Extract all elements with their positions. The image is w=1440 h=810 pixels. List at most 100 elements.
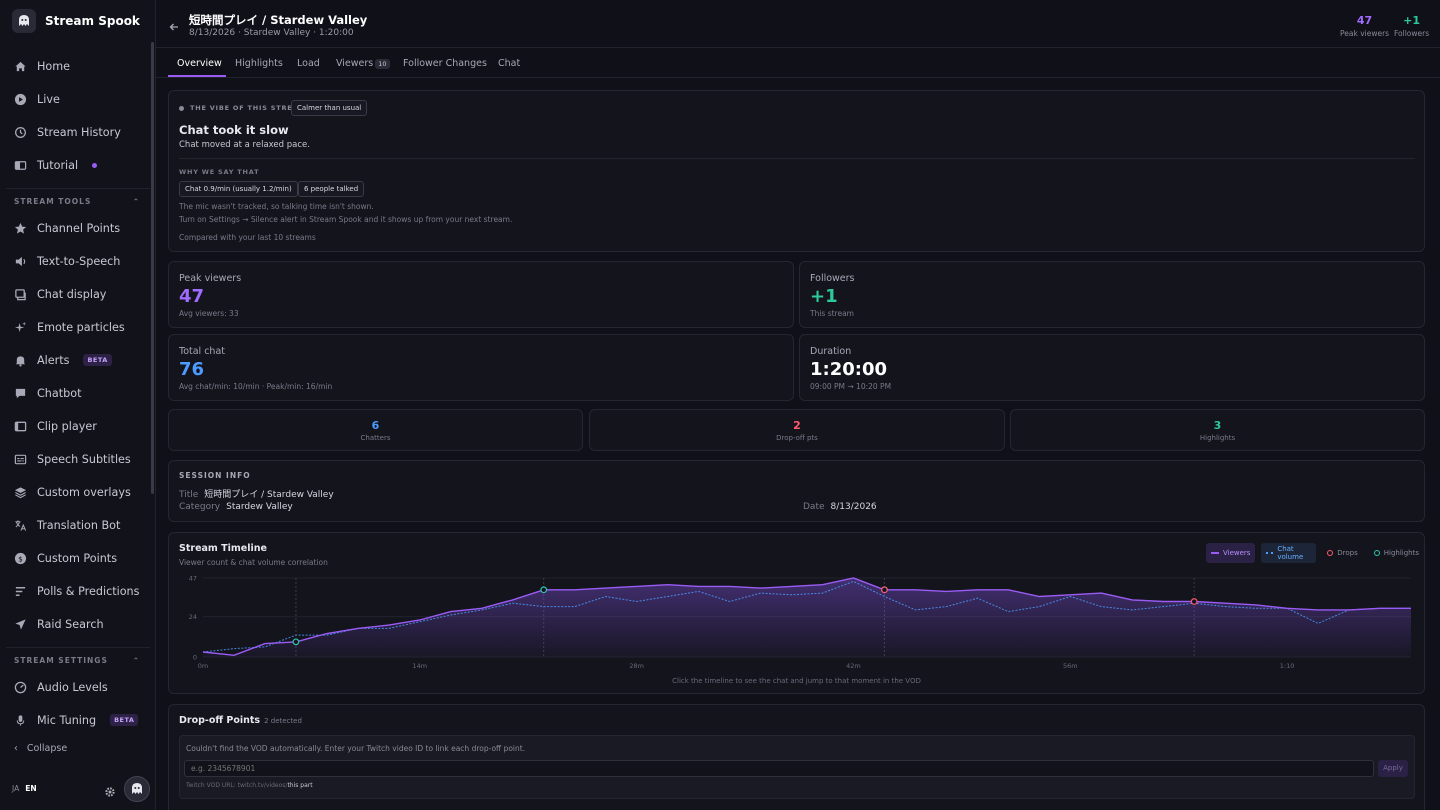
settings-note: Turn on Settings → Silence alert in Stre…	[179, 215, 513, 224]
lang-ja-option[interactable]: JA	[12, 784, 19, 793]
stat-label: Duration	[810, 346, 852, 357]
timeline-legend: Viewers Chat volume Drops Highlights	[1206, 543, 1424, 563]
sidebar-item-translation-bot[interactable]: Translation Bot	[14, 515, 120, 535]
history-icon	[14, 126, 27, 139]
vibe-label: THE VIBE OF THIS STREAM	[179, 104, 306, 112]
peak-viewers-card: Peak viewers 47 Avg viewers: 33	[168, 261, 794, 328]
header-followers-label: Followers	[1394, 29, 1430, 38]
avatar[interactable]	[124, 776, 150, 802]
tab-load[interactable]: Load	[297, 58, 320, 69]
dropoff-card: 2 Drop-off pts	[589, 409, 1005, 451]
mic-icon	[14, 714, 27, 727]
tab-overview[interactable]: Overview	[177, 58, 222, 69]
play-icon	[14, 93, 27, 106]
stat-value: +1	[810, 286, 838, 307]
legend-viewers[interactable]: Viewers	[1206, 543, 1256, 563]
svg-text:$: $	[18, 554, 23, 563]
mini-label: Chatters	[360, 434, 391, 442]
sidebar-item-stream-history[interactable]: Stream History	[14, 122, 121, 142]
sidebar-item-label: Clip player	[37, 419, 97, 433]
chevron-up-icon: ⌃	[132, 656, 140, 665]
tab-viewers[interactable]: Viewers 10	[336, 58, 390, 69]
active-tab-indicator	[168, 75, 226, 77]
legend-line-icon	[1211, 552, 1219, 554]
sidebar-item-chatbot[interactable]: Chatbot	[14, 383, 81, 403]
stream-timeline-card[interactable]: 0 24 47 0m 14m 28m 42m 56m 1:10 Stream Timeline …	[168, 532, 1425, 694]
stat-sub: Avg chat/min: 10/min · Peak/min: 16/min	[179, 382, 333, 391]
dropoff-title: Drop-off Points 2 detected	[179, 715, 302, 726]
sidebar-item-mic-tuning[interactable]: Mic Tuning BETA	[14, 710, 139, 730]
sidebar-item-emote-particles[interactable]: Emote particles	[14, 317, 125, 337]
sidebar-item-raid-search[interactable]: Raid Search	[14, 614, 104, 634]
chat-bubble-icon	[14, 387, 27, 400]
sidebar-item-label: Stream History	[37, 125, 121, 139]
stat-value: 1:20:00	[810, 359, 888, 380]
star-icon	[14, 222, 27, 235]
sidebar: Stream Spook Home Live Stream History Tu…	[0, 0, 156, 810]
sidebar-item-audio-levels[interactable]: Audio Levels	[14, 677, 108, 697]
sidebar-item-custom-overlays[interactable]: Custom overlays	[14, 482, 131, 502]
sidebar-item-chat-display[interactable]: Chat display	[14, 284, 106, 304]
legend-highlights[interactable]: Highlights	[1369, 543, 1424, 563]
session-key: Category	[179, 502, 221, 512]
session-title-row: Title 短時間プレイ / Stardew Valley	[179, 487, 334, 500]
sidebar-item-tutorial[interactable]: Tutorial	[14, 155, 98, 175]
tab-highlights[interactable]: Highlights	[235, 58, 283, 69]
sidebar-item-home[interactable]: Home	[14, 56, 70, 76]
session-value: 8/13/2026	[830, 502, 877, 512]
tab-chat[interactable]: Chat	[498, 58, 520, 69]
sidebar-item-alerts[interactable]: Alerts BETA	[14, 350, 112, 370]
sidebar-scrollbar[interactable]	[151, 42, 154, 494]
ghost-logo-icon	[12, 9, 36, 33]
sidebar-item-polls-predictions[interactable]: Polls & Predictions	[14, 581, 139, 601]
vod-hint-part: this part	[287, 782, 313, 789]
apply-button[interactable]: Apply	[1378, 760, 1408, 777]
settings-gear-icon[interactable]	[104, 783, 116, 797]
stream-settings-heading[interactable]: STREAM SETTINGS ⌃	[14, 656, 140, 665]
vod-message: Couldn't find the VOD automatically. Ent…	[186, 744, 526, 753]
sidebar-item-label: Channel Points	[37, 221, 121, 235]
drop-point	[881, 586, 888, 594]
legend-chat-volume[interactable]: Chat volume	[1261, 543, 1317, 563]
session-date-row: Date 8/13/2026	[803, 502, 877, 512]
coin-icon: $	[14, 552, 27, 565]
dropoff-points-card: Drop-off Points 2 detected Couldn't find …	[168, 704, 1425, 810]
sidebar-item-label: Tutorial	[37, 158, 79, 172]
mini-value: 2	[793, 419, 801, 432]
sidebar-item-speech-subtitles[interactable]: Speech Subtitles	[14, 449, 131, 469]
brand[interactable]: Stream Spook	[12, 9, 140, 33]
highlight-point	[292, 638, 300, 646]
sidebar-item-clip-player[interactable]: Clip player	[14, 416, 97, 436]
collapse-button[interactable]: ‹ Collapse	[14, 743, 67, 754]
timeline-title: Stream Timeline	[179, 543, 267, 554]
sidebar-item-text-to-speech[interactable]: Text-to-Speech	[14, 251, 120, 271]
beta-badge: BETA	[110, 714, 139, 726]
beta-badge: BETA	[83, 354, 112, 366]
new-indicator-dot	[92, 162, 98, 168]
viewers-area	[203, 578, 1411, 657]
session-info-card: SESSION INFO Title 短時間プレイ / Stardew Valle…	[168, 460, 1425, 522]
header-peak-viewers: 47 Peak viewers	[1340, 14, 1389, 38]
sidebar-item-custom-points[interactable]: $ Custom Points	[14, 548, 117, 568]
mini-value: 3	[1213, 419, 1222, 432]
language-switcher: JA EN	[12, 784, 37, 793]
timeline-hint: Click the timeline to see the chat and j…	[672, 677, 921, 685]
tab-follower-changes[interactable]: Follower Changes	[403, 58, 487, 69]
stat-label: Total chat	[179, 346, 225, 357]
mini-value: 6	[371, 419, 380, 432]
back-arrow-icon[interactable]	[168, 18, 180, 31]
y-tick-label: 24	[189, 613, 197, 621]
sidebar-item-label: Polls & Predictions	[37, 584, 140, 598]
vod-id-input[interactable]	[184, 760, 1374, 777]
lang-en-option[interactable]: EN	[25, 784, 36, 793]
y-tick-label: 47	[189, 575, 197, 583]
sidebar-item-channel-points[interactable]: Channel Points	[14, 218, 120, 238]
sidebar-item-live[interactable]: Live	[14, 89, 60, 109]
sidebar-item-label: Emote particles	[37, 320, 125, 334]
divider	[179, 158, 1415, 159]
vod-link-box: Couldn't find the VOD automatically. Ent…	[179, 735, 1415, 799]
stat-value: 47	[179, 286, 205, 307]
legend-drops[interactable]: Drops	[1322, 543, 1363, 563]
x-tick-label: 28m	[629, 662, 644, 670]
stream-tools-heading[interactable]: STREAM TOOLS ⌃	[14, 197, 140, 206]
